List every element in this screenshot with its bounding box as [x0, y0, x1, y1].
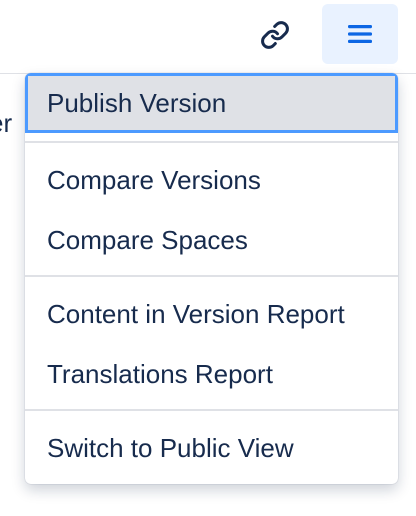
menu-divider — [25, 409, 398, 411]
menu-item-translations-report[interactable]: Translations Report — [25, 344, 398, 404]
link-icon — [261, 21, 289, 49]
menu-item-content-in-version-report[interactable]: Content in Version Report — [25, 284, 398, 344]
copy-link-button[interactable] — [252, 12, 298, 58]
menu-item-switch-to-public-view[interactable]: Switch to Public View — [25, 418, 398, 478]
hamburger-menu-icon — [348, 25, 372, 43]
menu-item-publish-version[interactable]: Publish Version — [25, 73, 398, 133]
menu-item-compare-versions[interactable]: Compare Versions — [25, 150, 398, 210]
menu-item-compare-spaces[interactable]: Compare Spaces — [25, 210, 398, 270]
more-actions-menu-button[interactable] — [322, 4, 398, 64]
top-toolbar — [0, 0, 416, 74]
menu-divider — [25, 141, 398, 143]
actions-dropdown-menu: Publish Version Compare Versions Compare… — [25, 73, 398, 484]
menu-divider — [25, 275, 398, 277]
